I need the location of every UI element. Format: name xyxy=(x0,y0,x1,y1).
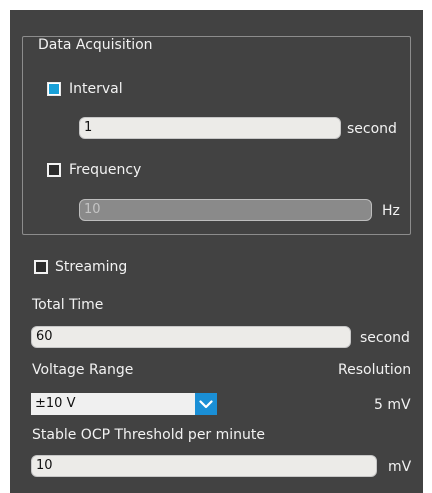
resolution-label: Resolution xyxy=(338,362,412,378)
interval-label: Interval xyxy=(69,81,123,97)
total-time-label: Total Time xyxy=(32,297,104,313)
streaming-checkbox[interactable] xyxy=(34,260,48,274)
stable-ocp-unit: mV xyxy=(388,459,412,475)
total-time-input[interactable]: 60 xyxy=(31,326,351,348)
voltage-range-select[interactable]: ±10 V xyxy=(31,393,217,415)
resolution-value: 5 mV xyxy=(374,397,411,413)
data-acquisition-legend: Data Acquisition xyxy=(34,37,157,53)
interval-input[interactable]: 1 xyxy=(79,117,341,139)
stable-ocp-input[interactable]: 10 xyxy=(31,455,377,477)
total-time-unit: second xyxy=(360,330,410,346)
chevron-down-icon[interactable] xyxy=(195,393,217,415)
frequency-checkbox[interactable] xyxy=(47,163,61,177)
frequency-input: 10 xyxy=(79,199,372,221)
interval-unit: second xyxy=(347,121,397,137)
frequency-unit: Hz xyxy=(382,203,400,219)
stable-ocp-label: Stable OCP Threshold per minute xyxy=(32,427,266,443)
streaming-label: Streaming xyxy=(55,259,128,275)
interval-checkbox[interactable] xyxy=(47,82,61,96)
voltage-range-label: Voltage Range xyxy=(32,362,134,378)
voltage-range-selected: ±10 V xyxy=(35,396,76,411)
frequency-label: Frequency xyxy=(69,162,142,178)
